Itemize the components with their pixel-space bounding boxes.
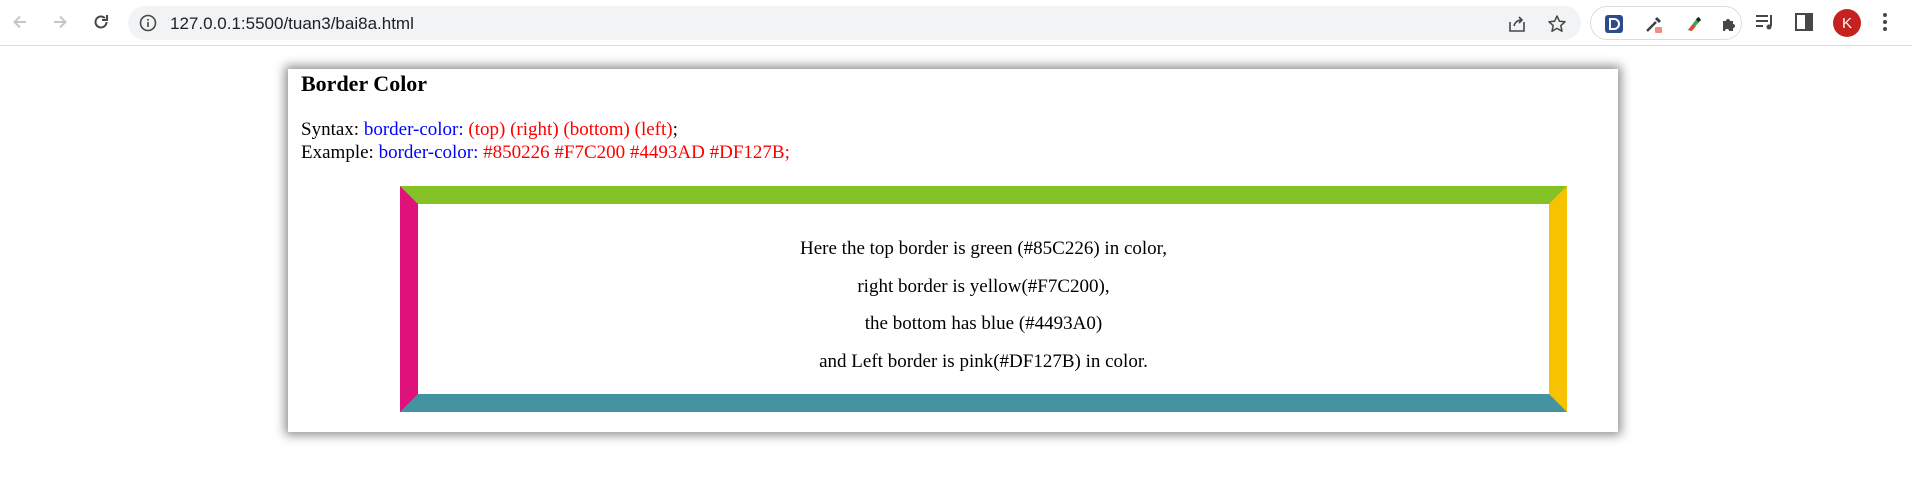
- star-icon[interactable]: [1546, 13, 1568, 35]
- example-property: border-color:: [378, 142, 479, 163]
- demo-line-left: and Left border is pink(#DF127B) in colo…: [819, 350, 1148, 372]
- reload-button[interactable]: [86, 7, 116, 37]
- syntax-label: Syntax:: [301, 119, 360, 140]
- syntax-line: Syntax: border-color: (top) (right) (bot…: [301, 119, 678, 141]
- media-playlist-icon[interactable]: [1753, 10, 1777, 34]
- syntax-values: (top) (right) (bottom) (left): [468, 119, 673, 140]
- page-title: Border Color: [301, 71, 428, 96]
- border-color-demo-box: Here the top border is green (#85C226) i…: [400, 186, 1567, 412]
- kebab-menu-icon[interactable]: [1873, 10, 1897, 34]
- color-extension-icon[interactable]: [1683, 13, 1705, 35]
- arrow-right-icon: [54, 15, 67, 29]
- extensions-group: [1590, 6, 1742, 40]
- example-values: #850226 #F7C200 #4493AD #DF127B;: [483, 142, 790, 163]
- demo-line-bottom: the bottom has blue (#4493A0): [864, 313, 1103, 334]
- example-line: Example: border-color: #850226 #F7C200 #…: [301, 142, 790, 164]
- demo-line-right: right border is yellow(#F7C200),: [857, 275, 1110, 297]
- d-extension-icon[interactable]: [1603, 13, 1625, 35]
- forward-button[interactable]: [45, 7, 75, 37]
- reload-icon: [94, 15, 108, 29]
- share-icon[interactable]: [1506, 13, 1528, 35]
- side-panel-icon[interactable]: [1792, 10, 1816, 34]
- example-label: Example:: [301, 142, 374, 163]
- browser-toolbar: 127.0.0.1:5500/tuan3/bai8a.html K: [0, 0, 1912, 46]
- avatar-initial: K: [1841, 14, 1852, 32]
- avatar[interactable]: K: [1833, 9, 1861, 37]
- info-icon[interactable]: [138, 13, 158, 33]
- demo-line-top: Here the top border is green (#85C226) i…: [800, 238, 1167, 259]
- address-bar[interactable]: 127.0.0.1:5500/tuan3/bai8a.html: [128, 6, 1581, 40]
- arrow-left-icon: [13, 15, 26, 29]
- eyedropper-extension-icon[interactable]: [1643, 13, 1665, 35]
- content-card: Border Color Syntax: border-color: (top)…: [288, 69, 1618, 432]
- syntax-terminator: ;: [672, 119, 678, 140]
- back-button[interactable]: [5, 7, 35, 37]
- url-text[interactable]: 127.0.0.1:5500/tuan3/bai8a.html: [170, 14, 414, 34]
- syntax-property: border-color:: [363, 119, 464, 140]
- puzzle-icon[interactable]: [1719, 13, 1741, 35]
